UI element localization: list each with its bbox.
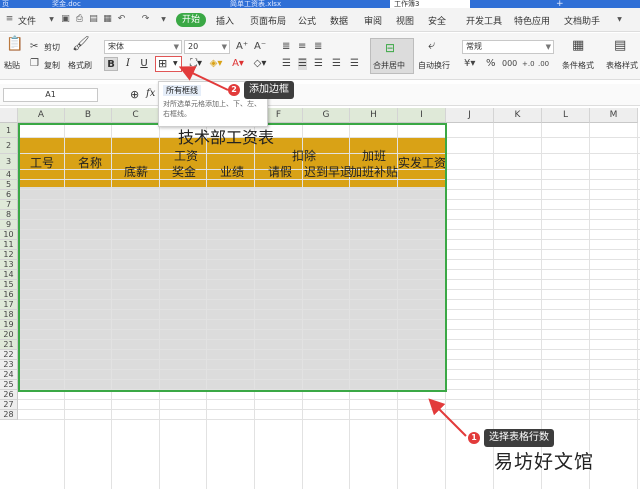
arrow-to-borders bbox=[178, 66, 229, 91]
callout-badge-1: 1 bbox=[468, 432, 480, 444]
arrow-to-selection bbox=[428, 398, 467, 437]
callout-badge-2: 2 bbox=[228, 84, 240, 96]
callout-add-border: 添加边框 bbox=[244, 81, 294, 99]
callout-select-rows: 选择表格行数 bbox=[484, 429, 554, 447]
annotation-arrows bbox=[178, 66, 467, 437]
watermark-text: 易坊好文馆 bbox=[494, 451, 595, 473]
